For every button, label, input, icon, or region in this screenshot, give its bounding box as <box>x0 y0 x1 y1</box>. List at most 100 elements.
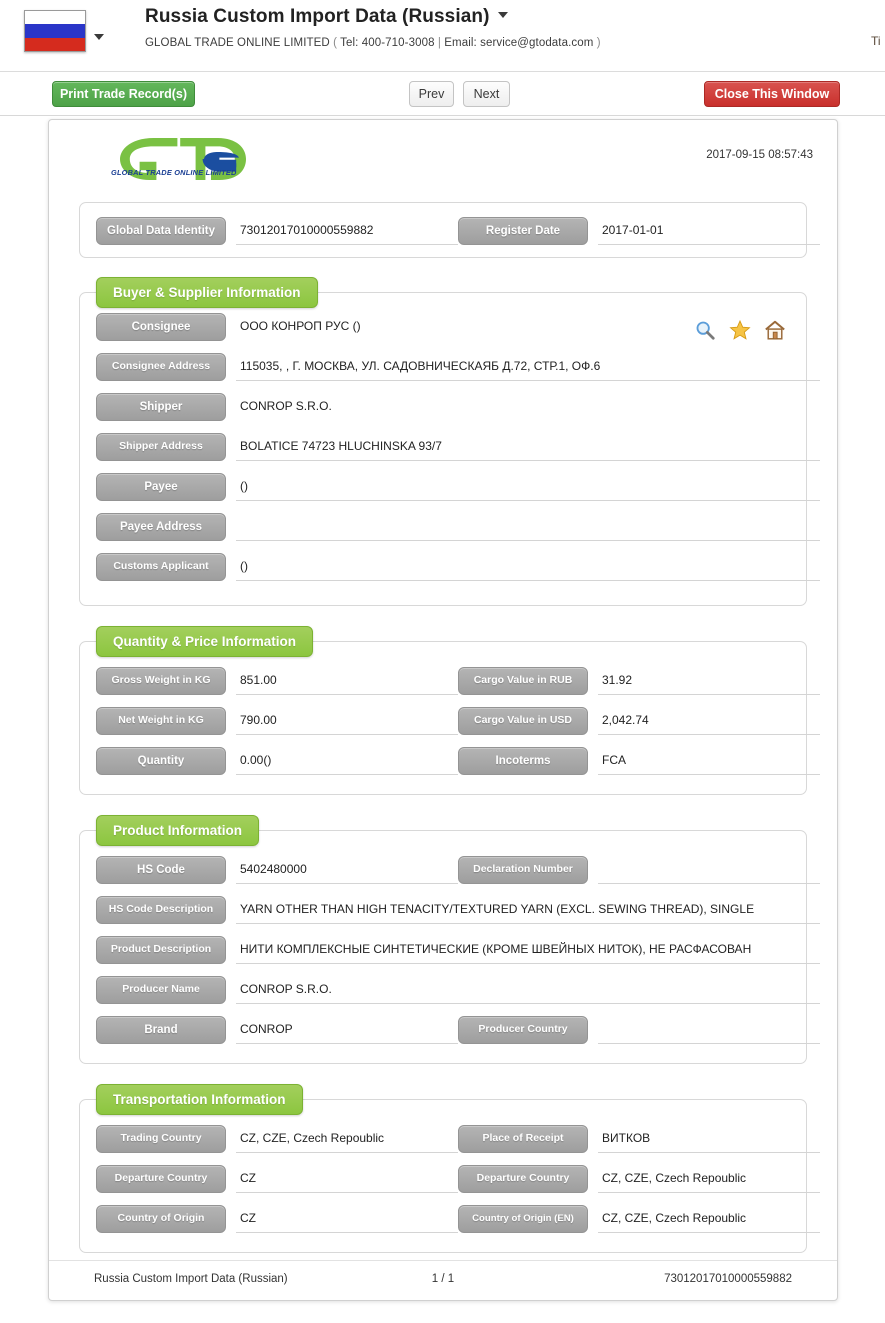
field-label: Producer Name <box>96 976 226 1004</box>
field-cargo-value-usd: Cargo Value in USD 2,042.74 <box>458 707 820 735</box>
chevron-down-icon[interactable] <box>94 34 104 40</box>
field-country-of-origin-en: Country of Origin (EN) CZ, CZE, Czech Re… <box>458 1205 820 1233</box>
field-value: FCA <box>598 747 820 775</box>
russia-flag-icon <box>24 10 86 52</box>
record-action-icons <box>694 319 786 341</box>
field-trading-country: Trading Country CZ, CZE, Czech Repoublic <box>96 1125 458 1153</box>
quantity-price-card: Quantity & Price Information Gross Weigh… <box>79 626 820 795</box>
field-place-of-receipt: Place of Receipt ВИТКОВ <box>458 1125 820 1153</box>
section-title-buyer-supplier: Buyer & Supplier Information <box>96 277 318 308</box>
field-shipper-address: Shipper Address BOLATICE 74723 HLUCHINSK… <box>96 433 820 461</box>
field-register-date: Register Date 2017-01-01 <box>458 217 820 245</box>
field-value: CONROP <box>236 1016 458 1044</box>
field-declaration-number: Declaration Number <box>458 856 820 884</box>
document-footer: Russia Custom Import Data (Russian) 1 / … <box>49 1260 837 1300</box>
field-label: Departure Country <box>96 1165 226 1193</box>
field-value: 5402480000 <box>236 856 458 884</box>
field-value: НИТИ КОМПЛЕКСНЫЕ СИНТЕТИЧЕСКИЕ (КРОМЕ ШВ… <box>236 936 820 964</box>
field-value: CZ, CZE, Czech Repoublic <box>598 1165 820 1193</box>
contact-separator: | <box>437 37 441 49</box>
field-value: 31.92 <box>598 667 820 695</box>
favorite-star-icon[interactable] <box>729 319 751 341</box>
field-value: 115035, , Г. МОСКВА, УЛ. САДОВНИЧЕСКАЯБ … <box>236 353 820 381</box>
title-chevron-down-icon[interactable] <box>497 12 508 18</box>
paren-close: ) <box>596 37 601 49</box>
field-label: Consignee <box>96 313 226 341</box>
field-value: 2017-01-01 <box>598 217 820 245</box>
field-hs-code-description: HS Code Description YARN OTHER THAN HIGH… <box>96 896 820 924</box>
field-departure-country-en: Departure Country CZ, CZE, Czech Repoubl… <box>458 1165 820 1193</box>
app-header: Russia Custom Import Data (Russian) GLOB… <box>0 0 885 72</box>
home-icon[interactable] <box>764 319 786 341</box>
section-title-product: Product Information <box>96 815 259 846</box>
field-shipper: Shipper CONROP S.R.O. <box>96 393 820 421</box>
field-value: () <box>236 553 820 581</box>
field-label: Producer Country <box>458 1016 588 1044</box>
print-trade-records-button[interactable]: Print Trade Record(s) <box>52 81 195 107</box>
field-label: Customs Applicant <box>96 553 226 581</box>
field-value: BOLATICE 74723 HLUCHINSKA 93/7 <box>236 433 820 461</box>
field-quantity: Quantity 0.00() <box>96 747 458 775</box>
field-label: Cargo Value in USD <box>458 707 588 735</box>
section-title-transportation: Transportation Information <box>96 1084 303 1115</box>
field-producer-name: Producer Name CONROP S.R.O. <box>96 976 820 1004</box>
product-information-card: Product Information HS Code 5402480000 D… <box>79 815 820 1064</box>
field-label: Trading Country <box>96 1125 226 1153</box>
next-button[interactable]: Next <box>463 81 510 107</box>
field-value: 0.00() <box>236 747 458 775</box>
company-name: GLOBAL TRADE ONLINE LIMITED <box>145 37 330 49</box>
field-customs-applicant: Customs Applicant () <box>96 553 820 581</box>
field-label: HS Code Description <box>96 896 226 924</box>
document-header: GLOBAL TRADE ONLINE LIMITED 2017-09-15 0… <box>49 120 837 192</box>
field-value: OOO КОНРОП РУС () <box>240 319 361 333</box>
field-label: Product Description <box>96 936 226 964</box>
field-label: Shipper Address <box>96 433 226 461</box>
document-timestamp: 2017-09-15 08:57:43 <box>706 149 813 161</box>
field-label: Gross Weight in KG <box>96 667 226 695</box>
field-value: ВИТКОВ <box>598 1125 820 1153</box>
gto-logo-icon <box>120 138 246 180</box>
field-country-of-origin: Country of Origin CZ <box>96 1205 458 1233</box>
field-value: CZ, CZE, Czech Repoublic <box>236 1125 458 1153</box>
footer-record-id: 73012017010000559882 <box>664 1273 792 1285</box>
company-contact-line: GLOBAL TRADE ONLINE LIMITED ( Tel: 400-7… <box>145 37 601 49</box>
country-selector[interactable] <box>24 10 104 52</box>
trade-record-document: GLOBAL TRADE ONLINE LIMITED 2017-09-15 0… <box>48 119 838 1301</box>
field-value: () <box>236 473 820 501</box>
field-value <box>598 856 820 884</box>
field-value: CZ <box>236 1165 458 1193</box>
field-value: YARN OTHER THAN HIGH TENACITY/TEXTURED Y… <box>236 896 820 924</box>
field-label: Payee Address <box>96 513 226 541</box>
identity-card: Global Data Identity 7301201701000055988… <box>79 202 820 258</box>
transportation-information-card: Transportation Information Trading Count… <box>79 1084 820 1253</box>
field-label: Quantity <box>96 747 226 775</box>
field-label: Country of Origin <box>96 1205 226 1233</box>
field-label: Net Weight in KG <box>96 707 226 735</box>
field-value: CZ <box>236 1205 458 1233</box>
section-title-quantity-price: Quantity & Price Information <box>96 626 314 657</box>
field-label: Declaration Number <box>458 856 588 884</box>
field-label: Incoterms <box>458 747 588 775</box>
field-label: Place of Receipt <box>458 1125 588 1153</box>
field-gross-weight: Gross Weight in KG 851.00 <box>96 667 458 695</box>
title-block: Russia Custom Import Data (Russian) GLOB… <box>145 6 601 49</box>
telephone-label: Tel: 400-710-3008 <box>340 37 435 49</box>
field-global-data-identity: Global Data Identity 7301201701000055988… <box>96 217 458 245</box>
field-value: 790.00 <box>236 707 458 735</box>
field-value <box>236 513 820 541</box>
field-value <box>598 1016 820 1044</box>
field-payee-address: Payee Address <box>96 513 820 541</box>
close-window-button[interactable]: Close This Window <box>704 81 840 107</box>
field-label: Shipper <box>96 393 226 421</box>
prev-button[interactable]: Prev <box>409 81 454 107</box>
action-toolbar: Print Trade Record(s) Prev Next Close Th… <box>0 72 885 116</box>
field-value: 2,042.74 <box>598 707 820 735</box>
field-label: Global Data Identity <box>96 217 226 245</box>
field-value: CZ, CZE, Czech Repoublic <box>598 1205 820 1233</box>
field-value: CONROP S.R.O. <box>236 976 820 1004</box>
paren-open: ( <box>333 37 338 49</box>
field-product-description: Product Description НИТИ КОМПЛЕКСНЫЕ СИН… <box>96 936 820 964</box>
field-consignee-address: Consignee Address 115035, , Г. МОСКВА, У… <box>96 353 820 381</box>
field-label: Register Date <box>458 217 588 245</box>
field-value: CONROP S.R.O. <box>240 399 332 413</box>
